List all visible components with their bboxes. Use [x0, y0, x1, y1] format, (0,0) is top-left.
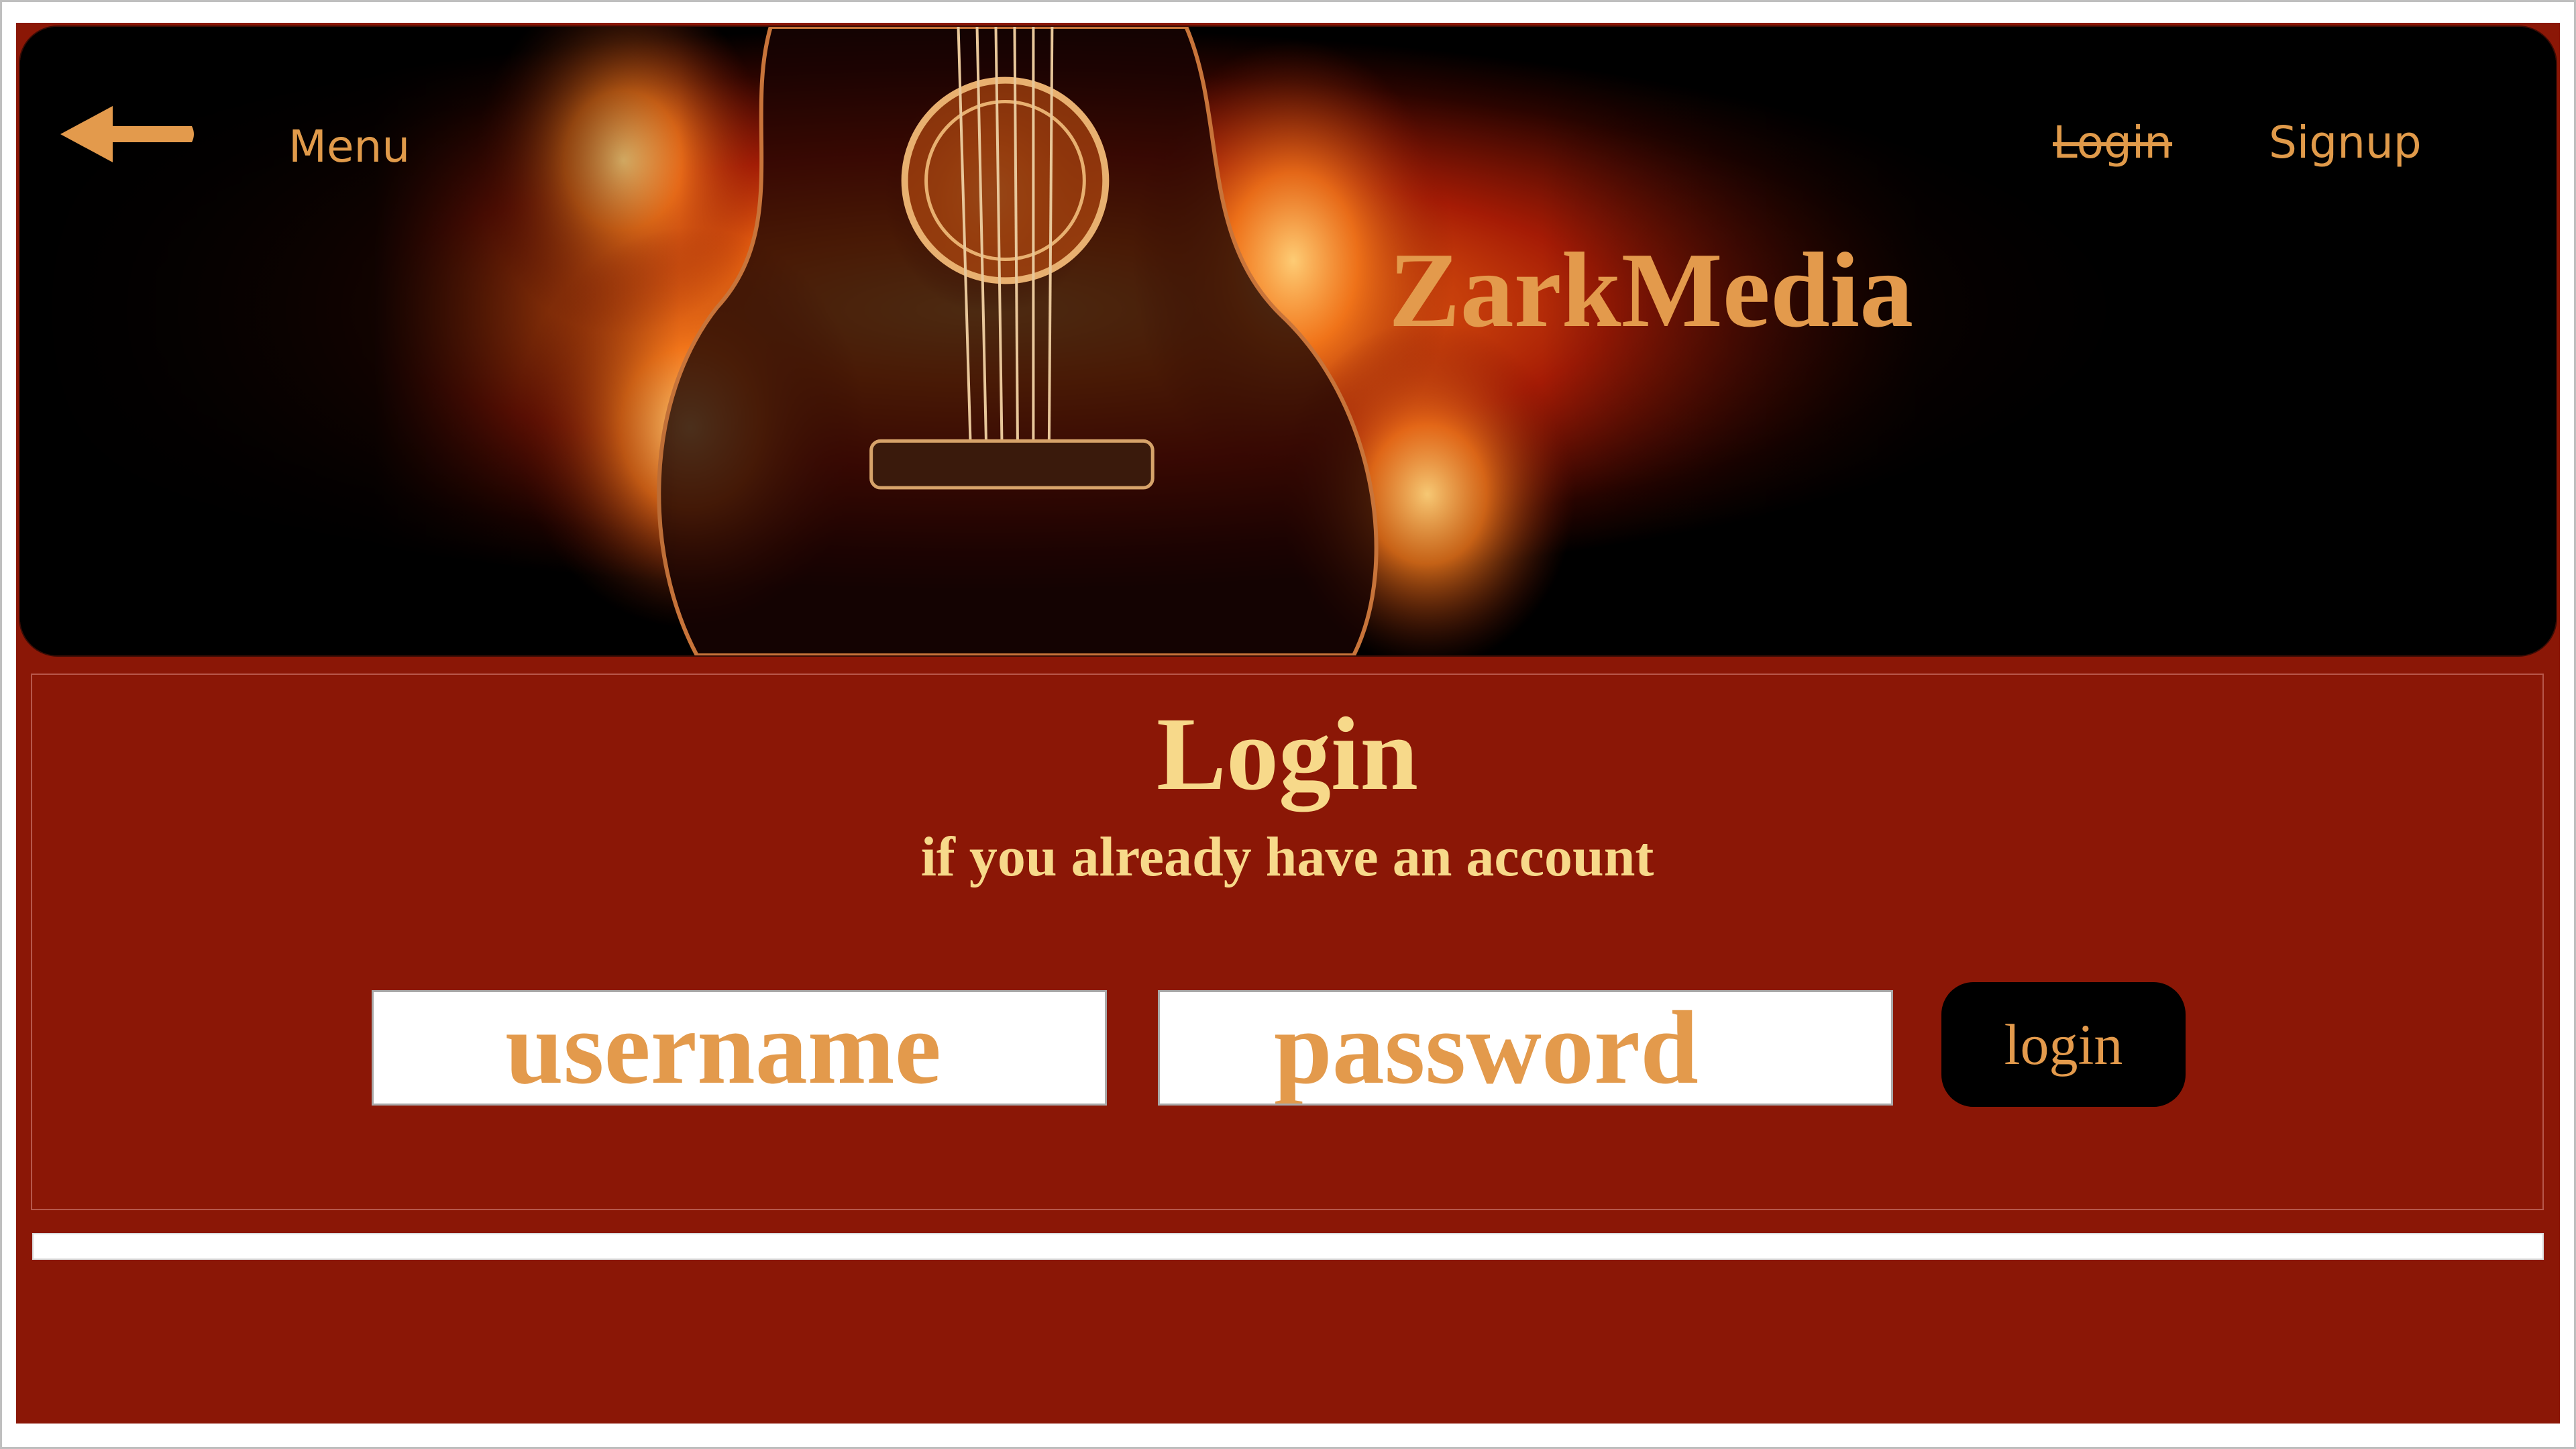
signup-link[interactable]: Signup [2269, 117, 2422, 168]
page: Menu Login Signup ZarkMedia Login if you… [16, 23, 2560, 1424]
password-input[interactable] [1158, 990, 1893, 1106]
hero-header: Menu Login Signup ZarkMedia [19, 25, 2557, 657]
arrow-left-icon[interactable] [58, 102, 199, 166]
username-input[interactable] [372, 990, 1107, 1106]
login-subheading: if you already have an account [920, 826, 1654, 888]
brand-title: ZarkMedia [1389, 230, 1914, 350]
login-heading: Login [1156, 696, 1419, 812]
divider-bar [32, 1233, 2544, 1260]
login-button[interactable]: login [1941, 982, 2186, 1107]
login-form: Login if you already have an account log… [31, 674, 2544, 1210]
login-link[interactable]: Login [2053, 117, 2172, 168]
menu-link[interactable]: Menu [288, 121, 410, 172]
